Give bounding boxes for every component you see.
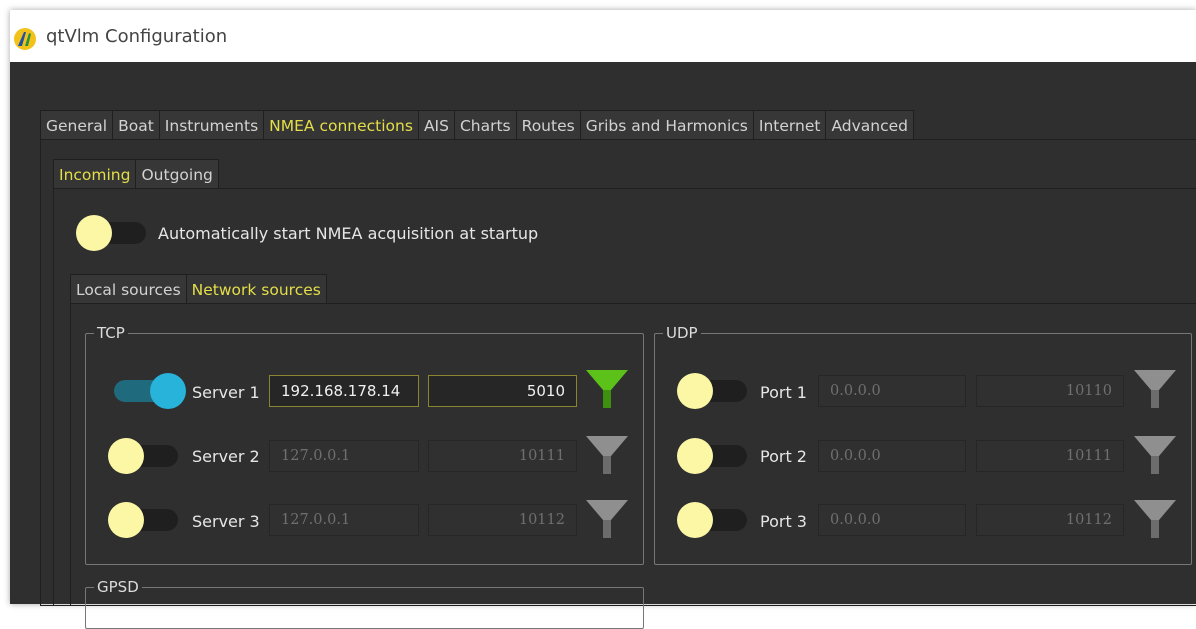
toggle-knob (677, 438, 713, 474)
funnel-filter-icon[interactable] (1133, 368, 1177, 412)
funnel-filter-icon[interactable] (1133, 498, 1177, 542)
tab-general[interactable]: General (40, 110, 114, 140)
port-1-port-input[interactable]: 10110 (976, 375, 1124, 407)
main-tab-bar: General Boat Instruments NMEA connection… (40, 110, 914, 140)
funnel-filter-icon[interactable] (585, 368, 629, 412)
tab-network-sources[interactable]: Network sources (185, 274, 327, 304)
config-window: qtVlm Configuration General Boat Instrum… (10, 10, 1196, 629)
tab-gribs-and-harmonics[interactable]: Gribs and Harmonics (579, 110, 754, 140)
port-1-toggle[interactable] (677, 373, 749, 409)
port-3-label: Port 3 (760, 512, 807, 531)
qtvlm-logo-icon (14, 28, 36, 50)
server-2-toggle[interactable] (108, 438, 180, 474)
tab-outgoing[interactable]: Outgoing (135, 159, 219, 189)
port-3-toggle[interactable] (677, 502, 749, 538)
source-tab-bar: Local sources Network sources (70, 274, 327, 304)
window-title: qtVlm Configuration (46, 26, 228, 47)
direction-tab-bar: Incoming Outgoing (53, 159, 219, 189)
tab-charts[interactable]: Charts (453, 110, 517, 140)
toggle-knob (108, 438, 144, 474)
server-3-port-input[interactable]: 10112 (428, 504, 577, 536)
toggle-knob (150, 373, 186, 409)
funnel-filter-icon[interactable] (585, 434, 629, 478)
toggle-knob (677, 373, 713, 409)
server-2-address-input[interactable]: 127.0.0.1 (269, 440, 419, 472)
server-1-address-input[interactable]: 192.168.178.14 (269, 375, 419, 407)
udp-group-title: UDP (663, 323, 701, 343)
port-3-port-input[interactable]: 10112 (976, 504, 1124, 536)
funnel-filter-icon[interactable] (585, 498, 629, 542)
tab-incoming[interactable]: Incoming (53, 159, 137, 189)
tab-ais[interactable]: AIS (417, 110, 455, 140)
port-2-toggle[interactable] (677, 438, 749, 474)
tab-boat[interactable]: Boat (112, 110, 160, 140)
port-2-port-input[interactable]: 10111 (976, 440, 1124, 472)
server-1-label: Server 1 (192, 383, 260, 402)
port-2-label: Port 2 (760, 447, 807, 466)
tcp-group-title: TCP (94, 323, 128, 343)
port-2-address-input[interactable]: 0.0.0.0 (818, 440, 966, 472)
tab-advanced[interactable]: Advanced (825, 110, 914, 140)
server-1-toggle[interactable] (114, 373, 186, 409)
server-1-port-input[interactable]: 5010 (428, 375, 577, 407)
port-3-address-input[interactable]: 0.0.0.0 (818, 504, 966, 536)
tab-instruments[interactable]: Instruments (158, 110, 265, 140)
funnel-filter-icon[interactable] (1133, 434, 1177, 478)
server-3-toggle[interactable] (108, 502, 180, 538)
auto-start-label: Automatically start NMEA acquisition at … (158, 224, 539, 243)
port-1-address-input[interactable]: 0.0.0.0 (818, 375, 966, 407)
server-2-port-input[interactable]: 10111 (428, 440, 577, 472)
server-3-address-input[interactable]: 127.0.0.1 (269, 504, 419, 536)
toggle-knob (677, 502, 713, 538)
gpsd-group: GPSD (85, 577, 644, 629)
server-3-label: Server 3 (192, 512, 260, 531)
server-2-label: Server 2 (192, 447, 260, 466)
title-bar: qtVlm Configuration (10, 10, 1196, 62)
toggle-knob (108, 502, 144, 538)
auto-start-toggle[interactable] (76, 215, 148, 251)
dialog-body: General Boat Instruments NMEA connection… (10, 62, 1196, 629)
tab-nmea-connections[interactable]: NMEA connections (263, 110, 419, 140)
tab-routes[interactable]: Routes (515, 110, 581, 140)
port-1-label: Port 1 (760, 383, 807, 402)
tab-internet[interactable]: Internet (752, 110, 827, 140)
toggle-knob (76, 215, 112, 251)
gpsd-group-title: GPSD (94, 577, 142, 597)
tab-local-sources[interactable]: Local sources (70, 274, 187, 304)
